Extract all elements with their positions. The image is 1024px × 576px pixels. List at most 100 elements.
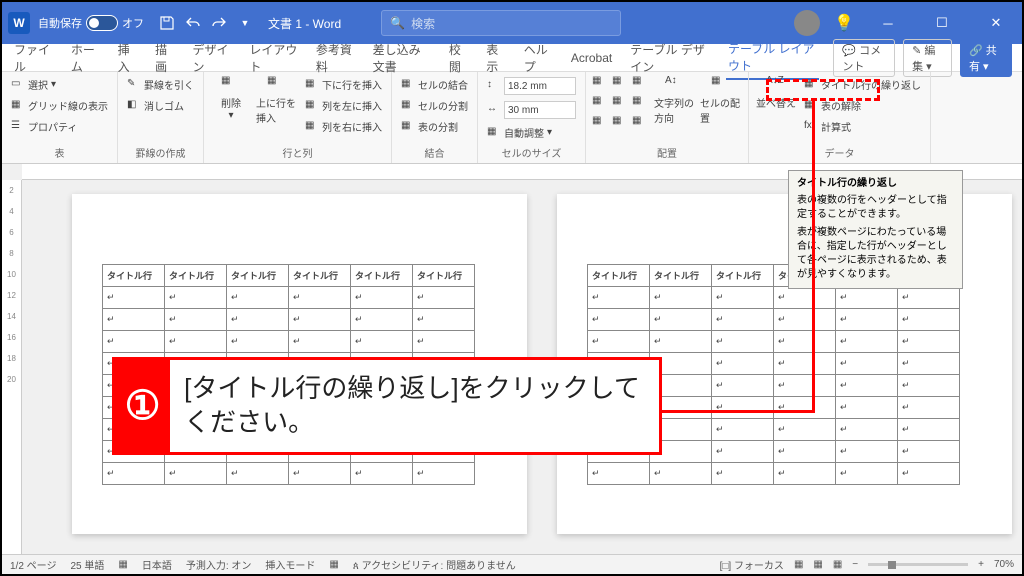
align-ml-icon[interactable]: ▦ <box>592 95 606 109</box>
height-icon: ↕ <box>487 79 501 93</box>
table-row: ↵↵↵↵↵↵ <box>588 331 960 353</box>
table-row: ↵↵↵↵↵↵ <box>588 463 960 485</box>
ribbon-tabs: ファイル ホーム 挿入 描画 デザイン レイアウト 参考資料 差し込み文書 校閲… <box>2 44 1022 72</box>
close-button[interactable]: ✕ <box>976 8 1016 38</box>
macro-icon[interactable]: ▦ <box>329 559 338 570</box>
group-label-merge: 結合 <box>398 143 471 160</box>
save-icon[interactable] <box>159 15 175 31</box>
split-table-button[interactable]: ▦表の分割 <box>398 117 471 136</box>
comment-button[interactable]: 💬 コメント <box>833 39 895 77</box>
annotation-line <box>812 101 815 412</box>
zoom-level[interactable]: 70% <box>994 559 1014 570</box>
vertical-ruler[interactable]: 2468101214161820 <box>2 180 22 554</box>
search-icon: 🔍 <box>390 16 405 30</box>
group-label-alignment: 配置 <box>592 143 742 160</box>
page-indicator[interactable]: 1/2 ページ <box>10 557 56 572</box>
group-label-cell-size: セルのサイズ <box>484 143 579 160</box>
insert-right-button[interactable]: ▦列を右に挿入 <box>302 117 385 136</box>
status-bar: 1/2 ページ 25 単語 ▦ 日本語 予測入力: オン 挿入モード ▦ ጰ ア… <box>2 554 1022 574</box>
insert-left-button[interactable]: ▦列を左に挿入 <box>302 96 385 115</box>
row-height-input[interactable]: ↕18.2 mm <box>484 75 579 97</box>
maximize-button[interactable]: ☐ <box>922 8 962 38</box>
formula-icon: fx <box>804 120 818 134</box>
merge-cells-button[interactable]: ▦セルの結合 <box>398 75 471 94</box>
align-bl-icon[interactable]: ▦ <box>592 115 606 129</box>
align-tc-icon[interactable]: ▦ <box>612 75 626 89</box>
tooltip-text-2: 表が複数ページにわたっている場合に、指定した行がヘッダーとして各ページに表示され… <box>797 226 954 282</box>
table-row: ↵↵↵↵↵↵ <box>103 309 475 331</box>
instruction-callout: ① [タイトル行の繰り返し]をクリックしてください。 <box>112 357 662 455</box>
share-button[interactable]: 🔗 共有 ▾ <box>960 39 1012 77</box>
group-label-table: 表 <box>8 143 111 160</box>
edit-mode-button[interactable]: ✎ 編集 ▾ <box>903 39 952 77</box>
group-label-data: データ <box>755 143 924 160</box>
text-check-icon[interactable]: ▦ <box>118 559 127 570</box>
align-mc-icon[interactable]: ▦ <box>612 95 626 109</box>
redo-icon[interactable] <box>211 15 227 31</box>
eraser-button[interactable]: ◧消しゴム <box>124 96 197 115</box>
split-cells-button[interactable]: ▦セルの分割 <box>398 96 471 115</box>
align-mr-icon[interactable]: ▦ <box>632 95 646 109</box>
properties-button[interactable]: ☰プロパティ <box>8 117 111 136</box>
alignment-grid[interactable]: ▦ ▦ ▦ ▦ ▦ ▦ ▦ ▦ ▦ <box>592 75 650 143</box>
split-table-icon: ▦ <box>401 120 415 134</box>
text-direction-button[interactable]: A↕文字列の方向 <box>654 75 696 143</box>
autofit-button[interactable]: ▦自動調整 ▾ <box>484 123 579 142</box>
align-tr-icon[interactable]: ▦ <box>632 75 646 89</box>
minimize-button[interactable]: ─ <box>868 8 908 38</box>
undo-icon[interactable] <box>185 15 201 31</box>
cursor-icon: ▭ <box>11 78 25 92</box>
accessibility-status[interactable]: ጰ アクセシビリティ: 問題ありません <box>353 557 516 572</box>
table-row: ↵↵↵↵↵↵ <box>588 309 960 331</box>
web-layout-icon[interactable]: ▦ <box>833 559 842 570</box>
cell-margins-icon: ▦ <box>711 75 731 95</box>
user-avatar[interactable] <box>794 10 820 36</box>
autosave-toggle[interactable]: 自動保存 オフ <box>38 15 144 31</box>
insert-below-icon: ▦ <box>305 78 319 92</box>
tooltip-text-1: 表の複数の行をヘッダーとして指定することができます。 <box>797 194 954 222</box>
view-gridlines-button[interactable]: ▦グリッド線の表示 <box>8 96 111 115</box>
zoom-in-button[interactable]: + <box>978 559 984 570</box>
tooltip-title: タイトル行の繰り返し <box>797 177 954 191</box>
qat-dropdown-icon[interactable]: ▼ <box>237 15 253 31</box>
split-icon: ▦ <box>401 99 415 113</box>
formula-button[interactable]: fx計算式 <box>801 117 924 136</box>
search-input[interactable]: 🔍 検索 <box>381 10 621 36</box>
align-tl-icon[interactable]: ▦ <box>592 75 606 89</box>
language-indicator[interactable]: 日本語 <box>142 557 172 572</box>
grid-icon: ▦ <box>11 99 25 113</box>
toggle-icon[interactable] <box>86 15 118 31</box>
help-icon[interactable]: 💡 <box>834 13 854 33</box>
select-button[interactable]: ▭選択 ▾ <box>8 75 111 94</box>
delete-button[interactable]: ▦削除▾ <box>210 75 252 143</box>
table-row: ↵↵↵↵↵↵ <box>103 287 475 309</box>
insert-above-button[interactable]: ▦上に行を挿入 <box>256 75 298 143</box>
group-label-draw: 罫線の作成 <box>124 143 197 160</box>
tab-acrobat[interactable]: Acrobat <box>569 47 614 69</box>
read-mode-icon[interactable]: ▦ <box>794 559 803 570</box>
align-br-icon[interactable]: ▦ <box>632 115 646 129</box>
insert-left-icon: ▦ <box>305 99 319 113</box>
width-icon: ↔ <box>487 103 501 117</box>
print-layout-icon[interactable]: ▦ <box>813 559 822 570</box>
col-width-input[interactable]: ↔30 mm <box>484 99 579 121</box>
zoom-out-button[interactable]: − <box>852 559 858 570</box>
insert-right-icon: ▦ <box>305 120 319 134</box>
zoom-slider[interactable] <box>868 563 968 566</box>
callout-text: [タイトル行の繰り返し]をクリックしてください。 <box>170 360 659 452</box>
table-header-row: タイトル行タイトル行タイトル行タイトル行タイトル行タイトル行 <box>103 265 475 287</box>
insert-below-button[interactable]: ▦下に行を挿入 <box>302 75 385 94</box>
cell-margins-button[interactable]: ▦セルの配置 <box>700 75 742 143</box>
table-row: ↵↵↵↵↵↵ <box>103 331 475 353</box>
align-bc-icon[interactable]: ▦ <box>612 115 626 129</box>
autofit-icon: ▦ <box>487 126 501 140</box>
delete-icon: ▦ <box>221 75 241 95</box>
insert-mode[interactable]: 挿入モード <box>265 557 315 572</box>
focus-mode[interactable]: [□] フォーカス <box>720 557 784 572</box>
eraser-icon: ◧ <box>127 99 141 113</box>
draw-table-button[interactable]: ✎罫線を引く <box>124 75 197 94</box>
insert-above-icon: ▦ <box>267 75 287 95</box>
word-count[interactable]: 25 単語 <box>70 557 104 572</box>
word-app-icon: W <box>8 12 30 34</box>
predict-input[interactable]: 予測入力: オン <box>186 557 252 572</box>
